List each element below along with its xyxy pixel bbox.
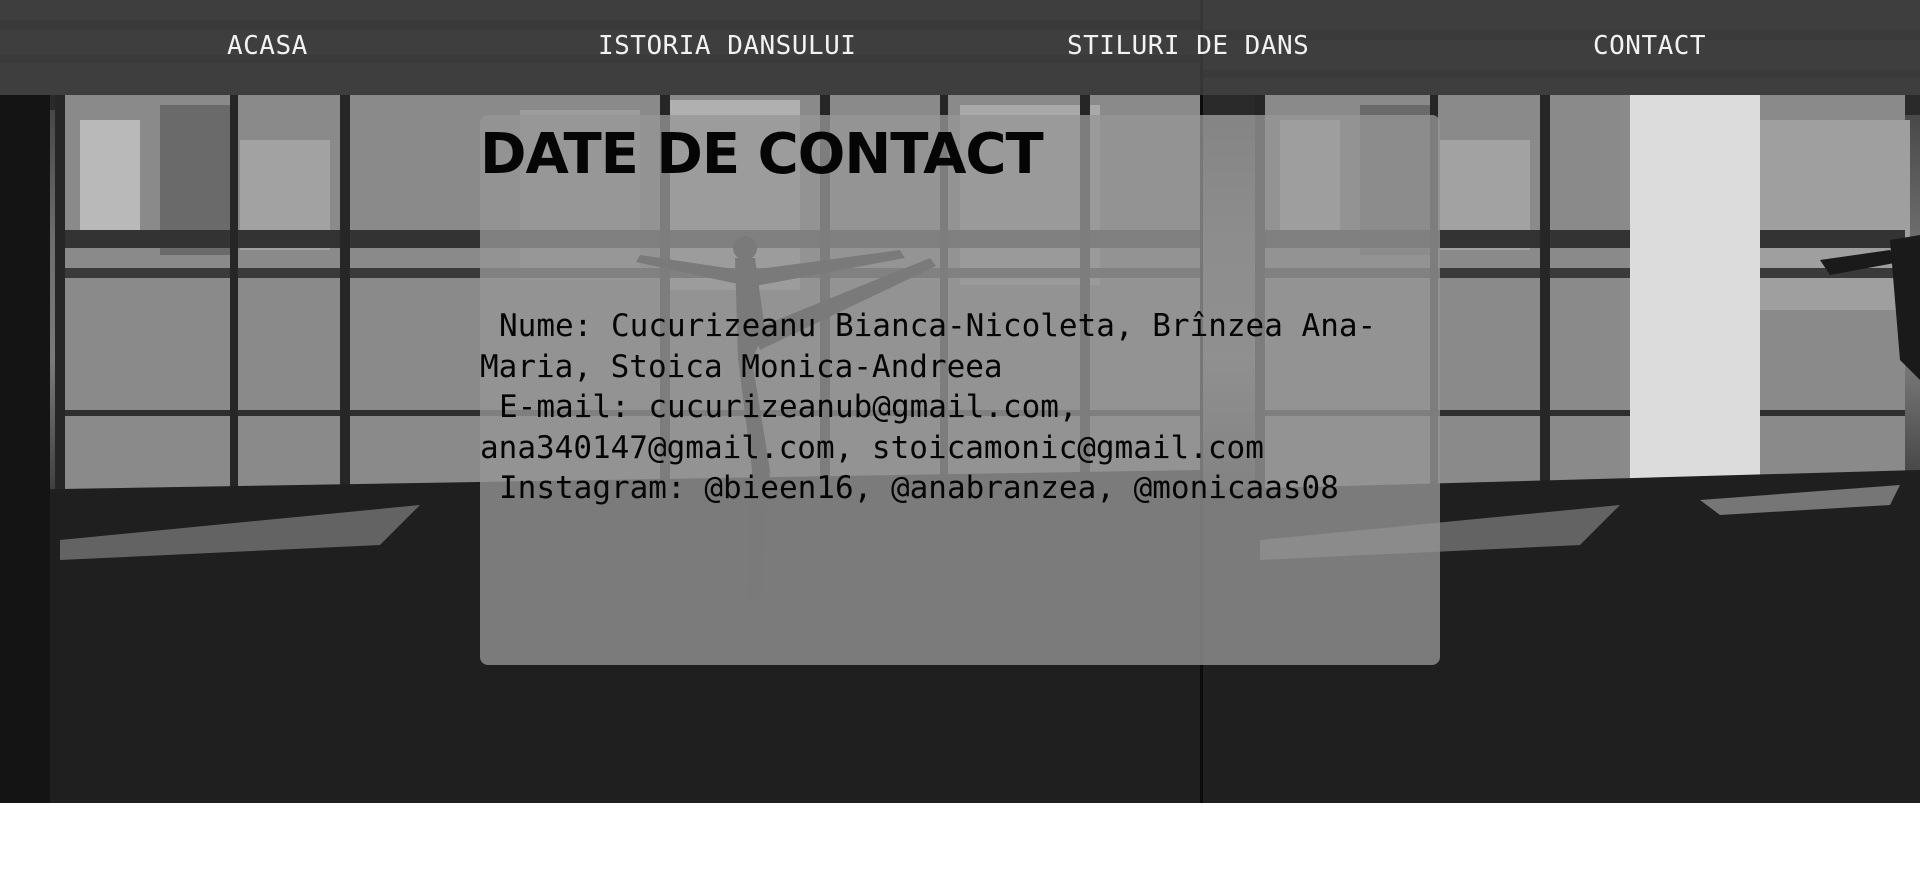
email-label: E-mail: bbox=[499, 389, 630, 425]
contact-instagram-line: Instagram: @bieen16, @anabranzea, @monic… bbox=[480, 468, 1420, 509]
contact-name-line: Nume: Cucurizeanu Bianca-Nicoleta, Brînz… bbox=[480, 306, 1420, 387]
name-label: Nume: bbox=[499, 308, 593, 344]
instagram-value: @bieen16, @anabranzea, @monicaas08 bbox=[704, 470, 1339, 506]
instagram-label: Instagram: bbox=[499, 470, 686, 506]
nav-link-stiluri-de-dans[interactable]: STILURI DE DANS bbox=[1067, 31, 1309, 61]
nav-link-acasa[interactable]: ACASA bbox=[227, 31, 308, 61]
contact-title: DATE DE CONTACT bbox=[480, 122, 1044, 187]
contact-email-line: E-mail: cucurizeanub@gmail.com, ana34014… bbox=[480, 387, 1420, 468]
nav-link-istoria-dansului[interactable]: ISTORIA DANSULUI bbox=[598, 31, 856, 61]
contact-details: Nume: Cucurizeanu Bianca-Nicoleta, Brînz… bbox=[480, 306, 1420, 509]
nav-link-contact[interactable]: CONTACT bbox=[1593, 31, 1706, 61]
top-nav: ACASA ISTORIA DANSULUI STILURI DE DANS C… bbox=[0, 0, 1920, 95]
name-value: Cucurizeanu Bianca-Nicoleta, Brînzea Ana… bbox=[480, 308, 1377, 385]
